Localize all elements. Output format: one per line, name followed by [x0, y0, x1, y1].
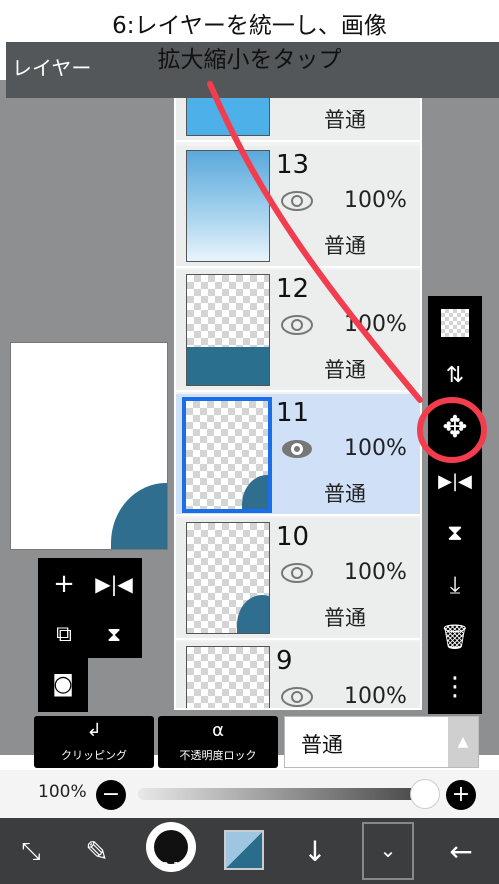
merge-down-icon: ⤓ [449, 571, 461, 599]
move-icon: ✥ [442, 409, 468, 445]
layer-row[interactable]: 12 100% 普通 [176, 270, 420, 392]
opacity-slider-knob[interactable] [410, 779, 440, 809]
layer-row[interactable]: 10 100% 普通 [176, 518, 420, 640]
layer-number: 11 [276, 398, 310, 428]
layer-number: 10 [276, 522, 310, 552]
layer-number: 9 [276, 646, 293, 676]
layer-thumbnail [186, 522, 270, 634]
blend-mode: 普通 [324, 606, 366, 630]
swap-layer-icon: ⇅ [445, 362, 465, 388]
opacity-label: 100% [38, 782, 87, 802]
flip-vertical-icon: ⧗ [447, 520, 463, 546]
opacity-lock-button[interactable]: α 不透明度ロック [158, 716, 278, 768]
blend-mode: 普通 [324, 482, 366, 506]
add-layer-button[interactable]: + [44, 564, 84, 604]
layer-quick-tools: + ▶|◀ ⧉ ⧗ [38, 558, 142, 658]
layer-quick-tools-2: ◙ [38, 656, 88, 712]
color-swatch[interactable] [224, 830, 264, 870]
more-button[interactable]: ⋮ [428, 662, 482, 712]
layer-thumbnail [182, 397, 272, 513]
layer-row-selected[interactable]: 11 100% 普通 [176, 394, 420, 516]
delete-layer-button[interactable]: 🗑 [428, 612, 482, 662]
eye-icon[interactable] [280, 686, 314, 708]
layer-row[interactable]: 9 100% [176, 642, 420, 709]
move-button[interactable]: ✥ [428, 402, 482, 452]
layer-row[interactable]: 13 100% 普通 [176, 146, 420, 268]
brush-size-button[interactable]: 9.1 [146, 822, 196, 874]
brush-tool-button[interactable]: ✎ [68, 824, 126, 878]
bottom-toolbar: ⤡ ✎ 9.1 ↓ ⌄ ← [0, 818, 499, 884]
flip-vertical-button[interactable]: ⧗ [428, 508, 482, 558]
clipping-label: クリッピング [61, 749, 127, 762]
eye-icon[interactable] [280, 438, 314, 460]
flip-horizontal-icon: ▶|◀ [95, 572, 133, 596]
layer-panel-tab[interactable]: ⌄ [362, 822, 414, 880]
blend-mode: 普通 [324, 108, 366, 132]
blend-mode-value: 普通 [301, 733, 343, 757]
layer-thumbnail [186, 646, 270, 708]
blend-mode: 普通 [324, 234, 366, 258]
opacity-lock-label: 不透明度ロック [179, 749, 257, 762]
trash-icon: 🗑 [439, 623, 471, 651]
arrow-down-icon: ↓ [303, 834, 327, 868]
brush-size-value: 9.1 [161, 860, 181, 874]
transform-tool-button[interactable]: ⤡ [2, 824, 60, 878]
dropdown-arrow-icon: ▲ [448, 717, 478, 767]
opacity-row: 100% − + [0, 770, 499, 818]
annotation-line-2: 拡大縮小をタップ [157, 47, 342, 73]
arrow-left-icon: ← [449, 834, 473, 868]
duplicate-icon: ⧉ [56, 621, 72, 647]
transparency-button[interactable] [428, 298, 482, 348]
camera-button[interactable]: ◙ [43, 664, 83, 704]
flip-vertical-button[interactable]: ⧗ [94, 614, 134, 654]
eye-icon[interactable] [280, 190, 314, 212]
transform-icon: ⤡ [21, 837, 41, 865]
transparency-icon [441, 309, 469, 337]
clipping-button[interactable]: ↲ クリッピング [34, 716, 154, 768]
layer-list[interactable]: 普通 13 100% 普通 12 100% 普通 11 100% 普通 10 1… [174, 88, 422, 710]
layer-opacity: 100% [344, 312, 407, 337]
layer-number: 13 [276, 150, 310, 180]
layer-thumbnail [186, 150, 270, 262]
duplicate-layer-button[interactable]: ⧉ [44, 614, 84, 654]
flip-vertical-icon: ⧗ [106, 622, 122, 646]
opacity-decrease-button[interactable]: − [96, 780, 126, 810]
layer-options-bar: ↲ クリッピング α 不透明度ロック 普通 ▲ [34, 716, 479, 768]
flip-horizontal-icon: ▶|◀ [438, 470, 472, 492]
layer-side-toolbar: ⇅ ✥ ▶|◀ ⧗ ⤓ 🗑 ⋮ [428, 296, 482, 714]
layer-thumbnail [186, 274, 270, 386]
layer-opacity: 100% [344, 560, 407, 585]
layer-opacity: 100% [344, 684, 407, 709]
eye-icon[interactable] [280, 562, 314, 584]
blend-mode: 普通 [324, 358, 366, 382]
eye-icon[interactable] [280, 314, 314, 336]
preview-shape [111, 483, 167, 549]
layer-opacity: 100% [344, 188, 407, 213]
brush-icon: ✎ [85, 834, 109, 868]
brush-dot-icon [154, 830, 188, 864]
back-button[interactable]: ← [432, 824, 490, 878]
merge-down-button[interactable]: ⤓ [428, 560, 482, 610]
swap-layer-button[interactable]: ⇅ [428, 350, 482, 400]
chevron-double-down-icon: ⌄ [379, 838, 397, 862]
layer-number: 12 [276, 274, 310, 304]
layer-opacity: 100% [344, 436, 407, 461]
down-button[interactable]: ↓ [286, 824, 344, 878]
opacity-slider[interactable] [138, 788, 428, 800]
annotation-line-1: 6:レイヤーを統一し、画像 [112, 13, 387, 39]
flip-horizontal-button[interactable]: ▶|◀ [94, 564, 134, 604]
more-icon: ⋮ [442, 672, 468, 702]
lock-icon: α [212, 720, 224, 741]
opacity-increase-button[interactable]: + [446, 780, 476, 810]
camera-icon: ◙ [52, 671, 74, 697]
clipping-icon: ↲ [86, 720, 102, 741]
canvas-preview [10, 342, 168, 550]
blend-mode-select[interactable]: 普通 ▲ [284, 716, 479, 768]
flip-horizontal-button[interactable]: ▶|◀ [428, 456, 482, 506]
